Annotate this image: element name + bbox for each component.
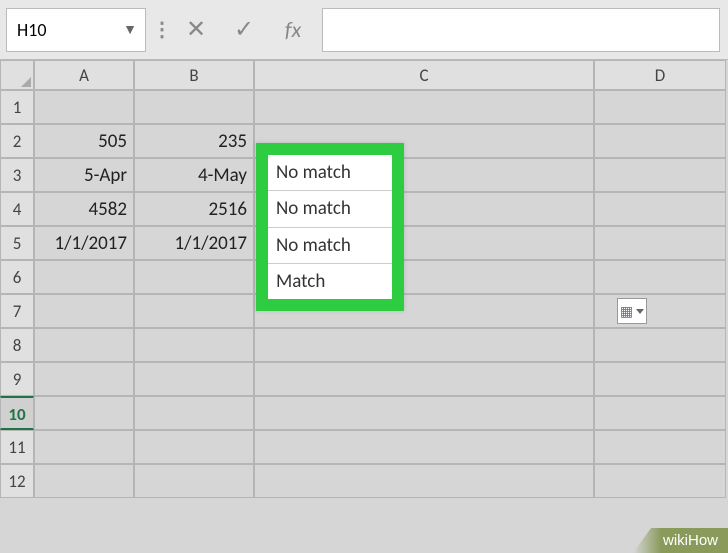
cell[interactable] <box>34 260 134 294</box>
cell[interactable] <box>34 328 134 362</box>
cell[interactable] <box>594 260 726 294</box>
cell[interactable] <box>594 90 726 124</box>
row-header[interactable]: 9 <box>0 362 34 396</box>
fx-icon[interactable]: fx <box>268 8 318 52</box>
row-header[interactable]: 7 <box>0 294 34 328</box>
cell[interactable] <box>594 192 726 226</box>
cell[interactable] <box>594 328 726 362</box>
col-header-A[interactable]: A <box>34 60 134 90</box>
col-header-C[interactable]: C <box>254 60 594 90</box>
result-cell[interactable]: Match <box>268 264 392 299</box>
row-header[interactable]: 8 <box>0 328 34 362</box>
cell[interactable] <box>34 464 134 498</box>
col-header-D[interactable]: D <box>594 60 726 90</box>
cell[interactable] <box>134 90 254 124</box>
cell[interactable] <box>594 294 726 328</box>
cell[interactable]: 1/1/2017 <box>134 226 254 260</box>
cell[interactable] <box>134 328 254 362</box>
cell[interactable] <box>34 90 134 124</box>
result-cell[interactable]: No match <box>268 228 392 264</box>
cell[interactable]: 2516 <box>134 192 254 226</box>
name-box-value: H10 <box>17 19 46 41</box>
divider-icon: ⋮ <box>152 17 172 42</box>
cell[interactable] <box>594 362 726 396</box>
cell[interactable] <box>34 396 134 430</box>
cell[interactable] <box>34 430 134 464</box>
result-cell[interactable]: No match <box>268 191 392 227</box>
cell[interactable]: 5-Apr <box>34 158 134 192</box>
row-header[interactable]: 11 <box>0 430 34 464</box>
row-header[interactable]: 6 <box>0 260 34 294</box>
row-header[interactable]: 12 <box>0 464 34 498</box>
col-header-B[interactable]: B <box>134 60 254 90</box>
formula-input[interactable] <box>322 8 720 52</box>
cell[interactable]: 235 <box>134 124 254 158</box>
formula-bar: H10 ▼ ⋮ ✕ ✓ fx <box>0 0 728 60</box>
row-header[interactable]: 1 <box>0 90 34 124</box>
cell[interactable] <box>134 396 254 430</box>
cell[interactable] <box>254 328 594 362</box>
cell[interactable] <box>134 294 254 328</box>
result-highlight: No match No match No match Match <box>256 143 404 311</box>
cell[interactable] <box>254 430 594 464</box>
cell[interactable] <box>594 124 726 158</box>
name-box[interactable]: H10 ▼ <box>6 8 146 52</box>
row-header[interactable]: 4 <box>0 192 34 226</box>
result-cell[interactable]: No match <box>268 155 392 191</box>
row-header[interactable]: 5 <box>0 226 34 260</box>
row-header[interactable]: 3 <box>0 158 34 192</box>
watermark: wikiHow <box>633 528 728 553</box>
cell[interactable] <box>594 464 726 498</box>
cell[interactable]: 4582 <box>34 192 134 226</box>
cell[interactable] <box>594 226 726 260</box>
cell[interactable] <box>134 362 254 396</box>
cell[interactable]: 505 <box>34 124 134 158</box>
cell[interactable] <box>594 158 726 192</box>
cell[interactable] <box>254 464 594 498</box>
cancel-formula-icon[interactable]: ✕ <box>174 8 218 52</box>
cell[interactable] <box>594 430 726 464</box>
autofill-glyph: ▦ <box>620 303 633 320</box>
enter-formula-icon[interactable]: ✓ <box>222 8 266 52</box>
cell[interactable] <box>254 396 594 430</box>
row-header[interactable]: 10 <box>0 396 34 430</box>
cell[interactable] <box>34 362 134 396</box>
cell[interactable] <box>134 430 254 464</box>
cell[interactable] <box>34 294 134 328</box>
cell[interactable] <box>254 90 594 124</box>
select-all-corner[interactable] <box>0 60 34 90</box>
autofill-options-icon[interactable]: ▦ <box>617 298 647 324</box>
cell[interactable] <box>134 260 254 294</box>
cell[interactable] <box>134 464 254 498</box>
cell[interactable]: 4-May <box>134 158 254 192</box>
chevron-down-icon[interactable]: ▼ <box>123 21 137 38</box>
cell[interactable] <box>594 396 726 430</box>
row-header[interactable]: 2 <box>0 124 34 158</box>
cell[interactable]: 1/1/2017 <box>34 226 134 260</box>
cell[interactable] <box>254 362 594 396</box>
